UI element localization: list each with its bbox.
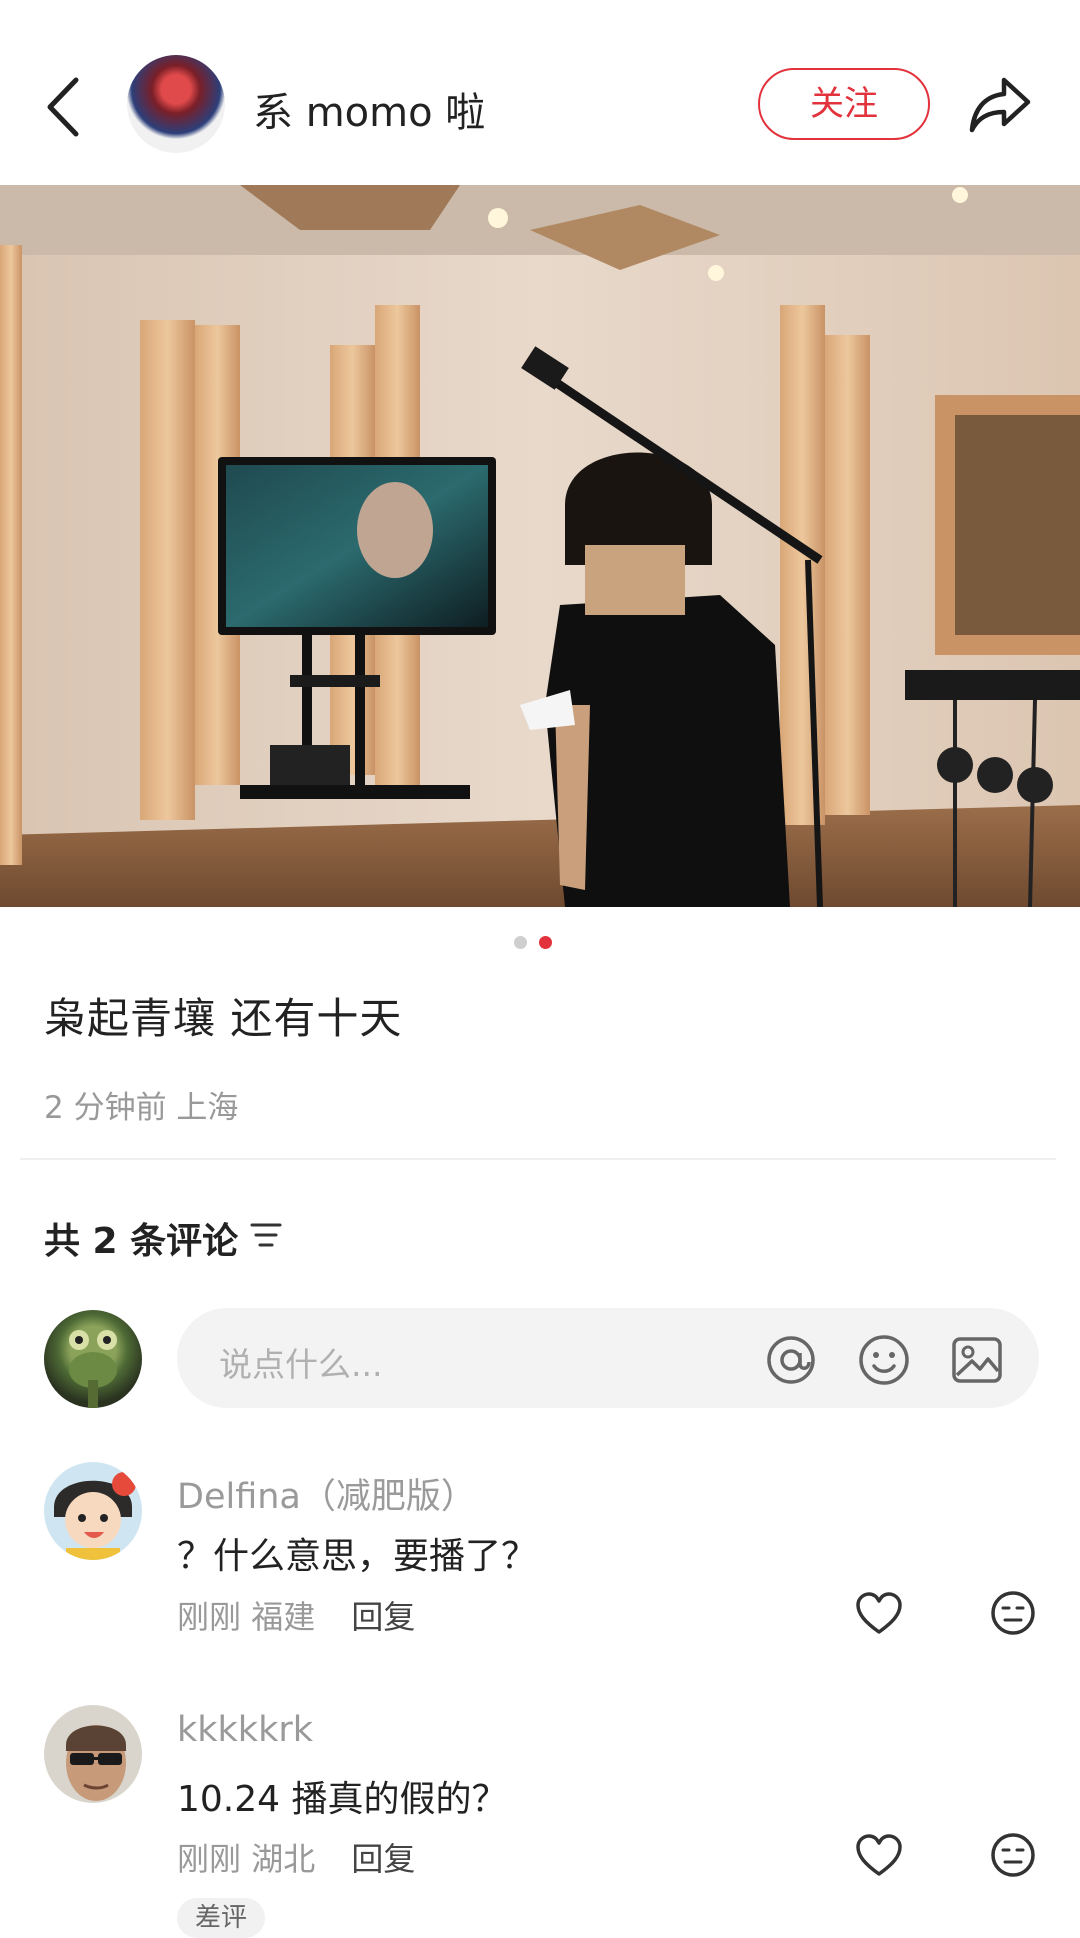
comment-meta: 刚刚 湖北 回复 xyxy=(177,1834,415,1880)
comment-text: ？什么意思，要播了？ xyxy=(177,1536,538,1577)
heart-icon[interactable] xyxy=(855,1834,903,1878)
heart-icon[interactable] xyxy=(855,1592,903,1636)
dislike-face-icon[interactable] xyxy=(990,1832,1036,1878)
carousel-dot-active[interactable] xyxy=(539,936,552,949)
reply-button[interactable]: 回复 xyxy=(351,1598,415,1636)
comment-location: 湖北 xyxy=(251,1840,316,1878)
top-bar: 系 momo 啦 关注 xyxy=(0,0,1080,185)
post-photo[interactable] xyxy=(0,185,1080,907)
comment-text: 10.24 播真的假的？ xyxy=(177,1779,508,1820)
carousel-dot[interactable] xyxy=(514,936,527,949)
follow-button[interactable]: 关注 xyxy=(758,68,930,140)
reply-button[interactable]: 回复 xyxy=(351,1840,415,1878)
commenter-name[interactable]: Delfina（减肥版） xyxy=(177,1468,476,1519)
comment-tag: 差评 xyxy=(177,1898,266,1938)
my-avatar xyxy=(44,1310,142,1408)
comment-input-placeholder: 说点什么... xyxy=(219,1345,383,1384)
comment-count: 共 2 条评论 xyxy=(44,1221,239,1262)
post-meta: 2 分钟前 上海 xyxy=(44,1090,239,1126)
back-arrow-icon[interactable] xyxy=(40,72,90,142)
author-avatar[interactable] xyxy=(127,55,225,153)
author-name[interactable]: 系 momo 啦 xyxy=(253,80,485,138)
commenter-avatar[interactable] xyxy=(44,1705,142,1803)
at-mention-icon[interactable] xyxy=(764,1333,818,1387)
emoji-icon[interactable] xyxy=(857,1333,911,1387)
image-icon[interactable] xyxy=(950,1333,1004,1387)
commenter-avatar[interactable] xyxy=(44,1462,142,1560)
dislike-face-icon[interactable] xyxy=(990,1590,1036,1636)
sort-icon[interactable] xyxy=(250,1222,282,1248)
commenter-name[interactable]: kkkkkrk xyxy=(177,1710,313,1750)
divider xyxy=(20,1158,1056,1160)
comment-meta: 刚刚 福建 回复 xyxy=(177,1592,415,1638)
comment-time: 刚刚 xyxy=(177,1598,242,1636)
post-caption: 枭起青壤 还有十天 xyxy=(44,994,403,1043)
comment-input[interactable]: 说点什么... xyxy=(177,1308,1039,1408)
share-icon[interactable] xyxy=(968,74,1032,134)
comment-location: 福建 xyxy=(251,1598,316,1636)
carousel-indicator xyxy=(514,934,564,953)
comment-time: 刚刚 xyxy=(177,1840,242,1878)
